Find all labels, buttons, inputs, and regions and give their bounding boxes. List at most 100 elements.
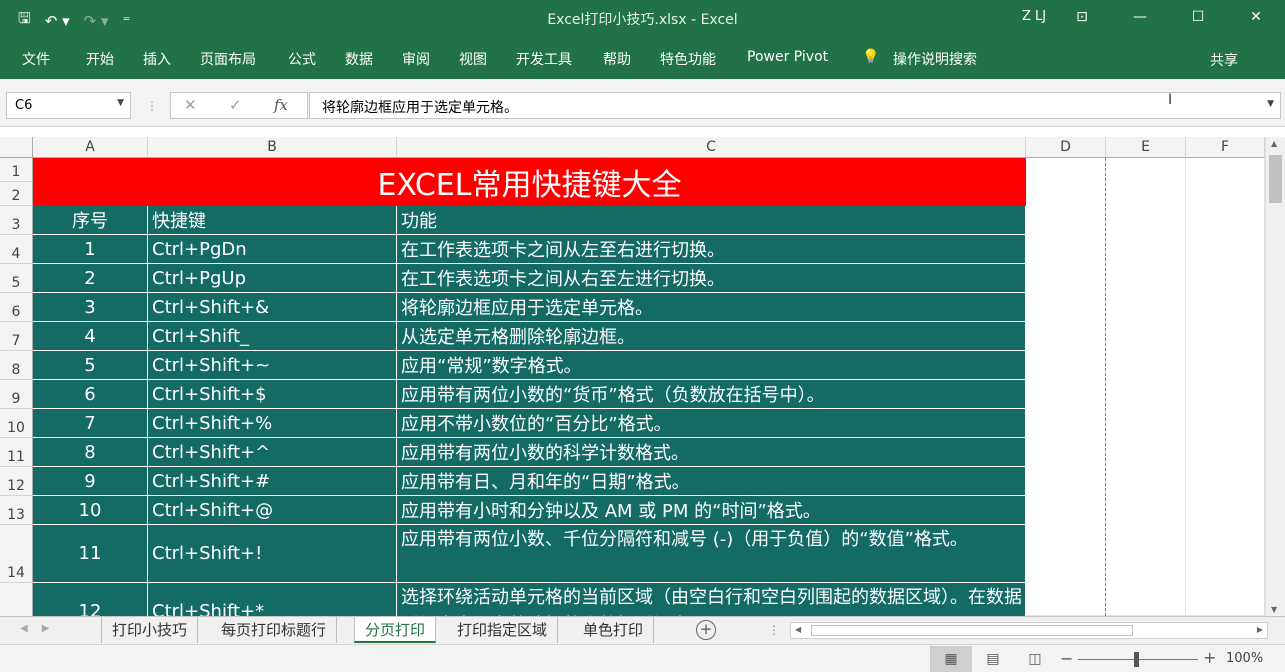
cell-shortcut[interactable]: Ctrl+PgUp bbox=[148, 264, 397, 293]
cell-num[interactable]: 9 bbox=[33, 467, 148, 496]
sheet-tab-page-break[interactable]: 分页打印 bbox=[354, 617, 437, 643]
scroll-right-icon[interactable]: ▶ bbox=[1257, 625, 1263, 634]
user-name[interactable]: Z LJ bbox=[1022, 9, 1046, 24]
ribbon-display-icon[interactable]: ⊡ bbox=[1053, 0, 1111, 34]
column-header-e[interactable]: E bbox=[1106, 137, 1186, 158]
column-header-f[interactable]: F bbox=[1186, 137, 1265, 158]
cell-num[interactable]: 3 bbox=[33, 293, 148, 322]
horizontal-scroll-thumb[interactable] bbox=[811, 625, 1133, 636]
cell-shortcut[interactable]: Ctrl+Shift+^ bbox=[148, 438, 397, 467]
formula-input[interactable]: 将轮廓边框应用于选定单元格。 ▼ bbox=[309, 92, 1281, 119]
cell-shortcut[interactable]: Ctrl+Shift+$ bbox=[148, 380, 397, 409]
empty-column-f[interactable] bbox=[1186, 158, 1265, 616]
share-button[interactable]: 共享 bbox=[1210, 50, 1238, 70]
tab-help[interactable]: 帮助 bbox=[603, 49, 631, 69]
column-header-c[interactable]: C bbox=[397, 137, 1026, 158]
row-header[interactable]: 14 bbox=[0, 525, 33, 583]
sheet-tab-print-area[interactable]: 打印指定区域 bbox=[447, 617, 559, 643]
cell-num[interactable]: 7 bbox=[33, 409, 148, 438]
expand-formula-icon[interactable]: ▼ bbox=[1267, 99, 1274, 109]
cell-shortcut[interactable]: Ctrl+Shift+! bbox=[148, 525, 397, 583]
tab-review[interactable]: 审阅 bbox=[402, 49, 430, 69]
cell-shortcut[interactable]: Ctrl+Shift+* bbox=[148, 583, 397, 616]
scroll-up-icon[interactable]: ▲ bbox=[1271, 139, 1277, 148]
cell-shortcut[interactable]: Ctrl+Shift+@ bbox=[148, 496, 397, 525]
tab-file[interactable]: 文件 bbox=[22, 49, 50, 69]
normal-view-icon[interactable]: ▦ bbox=[930, 646, 972, 672]
sheet-tab-mono-print[interactable]: 单色打印 bbox=[573, 617, 655, 643]
cell-shortcut[interactable]: Ctrl+Shift_ bbox=[148, 322, 397, 351]
row-header[interactable]: 8 bbox=[0, 351, 33, 380]
cell-shortcut[interactable]: Ctrl+PgDn bbox=[148, 235, 397, 264]
cell-shortcut[interactable]: Ctrl+Shift+% bbox=[148, 409, 397, 438]
cell-num[interactable]: 6 bbox=[33, 380, 148, 409]
empty-column-e[interactable] bbox=[1106, 158, 1186, 616]
worksheet-grid[interactable]: A B C D E F 1 2 3 4 5 6 7 8 9 10 11 12 1… bbox=[0, 127, 1285, 616]
column-header-a[interactable]: A bbox=[33, 137, 148, 158]
row-header[interactable]: 4 bbox=[0, 235, 33, 264]
cell-num[interactable]: 12 bbox=[33, 583, 148, 616]
zoom-level[interactable]: 100% bbox=[1226, 651, 1263, 666]
cell-num[interactable]: 1 bbox=[33, 235, 148, 264]
tab-formulas[interactable]: 公式 bbox=[288, 49, 316, 69]
row-header[interactable]: 1 bbox=[0, 158, 33, 182]
tab-special-features[interactable]: 特色功能 bbox=[660, 49, 716, 69]
select-all-corner[interactable] bbox=[0, 137, 33, 158]
name-box[interactable]: C6 ▼ bbox=[6, 92, 131, 119]
cell-shortcut[interactable]: Ctrl+Shift+~ bbox=[148, 351, 397, 380]
sheet-tab-print-tips[interactable]: 打印小技巧 bbox=[101, 617, 199, 643]
cell-function[interactable]: 应用不带小数位的“百分比”格式。 bbox=[397, 409, 1026, 438]
insert-function-icon[interactable]: fx bbox=[274, 96, 288, 114]
cell-function[interactable]: 应用带有小时和分钟以及 AM 或 PM 的“时间”格式。 bbox=[397, 496, 1026, 525]
vertical-scroll-thumb[interactable] bbox=[1269, 155, 1282, 203]
cell-shortcut[interactable]: Ctrl+Shift+# bbox=[148, 467, 397, 496]
sheet-tab-title-rows[interactable]: 每页打印标题行 bbox=[211, 617, 338, 643]
enter-icon[interactable]: ✓ bbox=[229, 96, 242, 114]
close-button[interactable]: ✕ bbox=[1227, 0, 1285, 34]
sheet-title-cell[interactable]: EXCEL常用快捷键大全 bbox=[33, 158, 1026, 206]
row-header[interactable]: 13 bbox=[0, 496, 33, 525]
add-sheet-button[interactable]: + bbox=[696, 620, 716, 640]
horizontal-scrollbar[interactable]: ◀ ▶ bbox=[790, 622, 1268, 639]
empty-column-d[interactable] bbox=[1026, 158, 1106, 616]
cell-num[interactable]: 11 bbox=[33, 525, 148, 583]
cell-function[interactable]: 在工作表选项卡之间从右至左进行切换。 bbox=[397, 264, 1026, 293]
cancel-icon[interactable]: ✕ bbox=[184, 96, 197, 114]
row-header[interactable]: 5 bbox=[0, 264, 33, 293]
tab-home[interactable]: 开始 bbox=[86, 49, 114, 69]
header-cell-func[interactable]: 功能 bbox=[397, 206, 1026, 235]
row-header[interactable]: 10 bbox=[0, 409, 33, 438]
zoom-in-button[interactable]: + bbox=[1203, 648, 1216, 667]
maximize-button[interactable]: ☐ bbox=[1169, 0, 1227, 34]
row-header[interactable]: 6 bbox=[0, 293, 33, 322]
cell-function[interactable]: 在工作表选项卡之间从左至右进行切换。 bbox=[397, 235, 1026, 264]
cell-function[interactable]: 将轮廓边框应用于选定单元格。 bbox=[397, 293, 1026, 322]
vertical-scrollbar[interactable]: ▲ ▼ bbox=[1265, 137, 1285, 616]
cell-num[interactable]: 8 bbox=[33, 438, 148, 467]
header-cell-key[interactable]: 快捷键 bbox=[148, 206, 397, 235]
cell-function[interactable]: 应用带有两位小数的科学计数格式。 bbox=[397, 438, 1026, 467]
minimize-button[interactable]: — bbox=[1111, 0, 1169, 34]
cell-num[interactable]: 10 bbox=[33, 496, 148, 525]
row-header[interactable]: 11 bbox=[0, 438, 33, 467]
tab-split-handle-icon[interactable]: ⋮ bbox=[768, 623, 780, 637]
cell-function[interactable]: 选择环绕活动单元格的当前区域（由空白行和空白列围起的数据区域）。在数据透视表中，… bbox=[397, 583, 1026, 616]
cell-function[interactable]: 应用带有日、月和年的“日期”格式。 bbox=[397, 467, 1026, 496]
page-break-view-icon[interactable]: ◫ bbox=[1014, 646, 1056, 672]
column-header-d[interactable]: D bbox=[1026, 137, 1106, 158]
cell-function[interactable]: 应用带有两位小数的“货币”格式（负数放在括号中）。 bbox=[397, 380, 1026, 409]
scroll-down-icon[interactable]: ▼ bbox=[1271, 605, 1277, 614]
tab-page-layout[interactable]: 页面布局 bbox=[200, 49, 256, 69]
row-header[interactable]: 9 bbox=[0, 380, 33, 409]
chevron-down-icon[interactable]: ▼ bbox=[117, 98, 124, 108]
row-header[interactable]: 7 bbox=[0, 322, 33, 351]
cell-function[interactable]: 应用带有两位小数、千位分隔符和减号 (-)（用于负值）的“数值”格式。 bbox=[397, 525, 1026, 583]
tab-view[interactable]: 视图 bbox=[459, 49, 487, 69]
tell-me-search[interactable]: 操作说明搜索 bbox=[893, 49, 977, 69]
row-header[interactable]: 15 bbox=[0, 583, 33, 616]
cell-num[interactable]: 2 bbox=[33, 264, 148, 293]
tab-developer[interactable]: 开发工具 bbox=[516, 49, 572, 69]
sheet-nav-arrows-icon[interactable]: ◀▶ bbox=[20, 623, 63, 634]
zoom-out-button[interactable]: − bbox=[1060, 649, 1073, 668]
tab-data[interactable]: 数据 bbox=[345, 49, 373, 69]
